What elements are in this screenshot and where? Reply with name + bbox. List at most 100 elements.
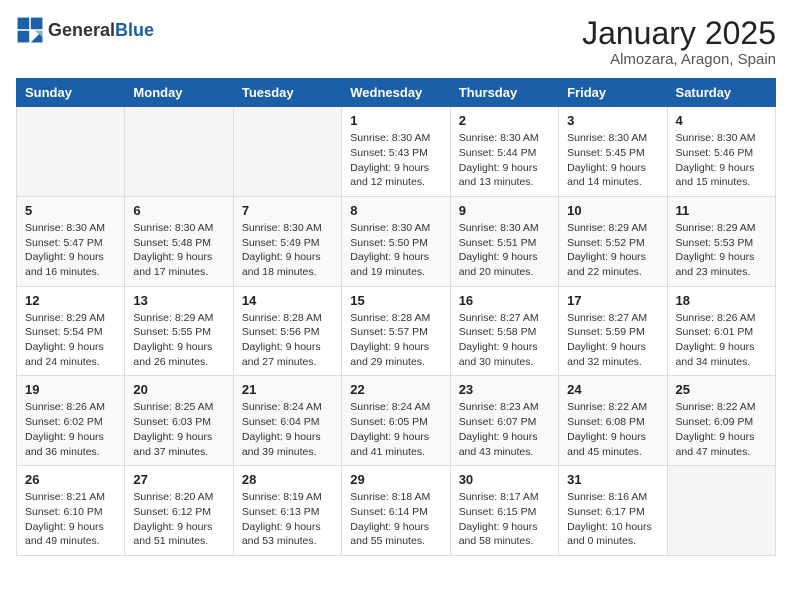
calendar-cell: 4 Sunrise: 8:30 AMSunset: 5:46 PMDaylight… xyxy=(667,107,775,197)
week-row-2: 5 Sunrise: 8:30 AMSunset: 5:47 PMDaylight… xyxy=(17,196,776,286)
calendar-cell: 29 Sunrise: 8:18 AMSunset: 6:14 PMDayligh… xyxy=(342,466,450,556)
calendar-cell: 21 Sunrise: 8:24 AMSunset: 6:04 PMDayligh… xyxy=(233,376,341,466)
day-info: Sunrise: 8:30 AMSunset: 5:50 PMDaylight:… xyxy=(350,221,441,280)
day-number: 19 xyxy=(25,382,116,397)
day-info: Sunrise: 8:29 AMSunset: 5:54 PMDaylight:… xyxy=(25,311,116,370)
week-row-5: 26 Sunrise: 8:21 AMSunset: 6:10 PMDayligh… xyxy=(17,466,776,556)
day-number: 20 xyxy=(133,382,224,397)
day-number: 7 xyxy=(242,203,333,218)
day-info: Sunrise: 8:29 AMSunset: 5:53 PMDaylight:… xyxy=(676,221,767,280)
location-title: Almozara, Aragon, Spain xyxy=(582,51,776,68)
day-info: Sunrise: 8:30 AMSunset: 5:43 PMDaylight:… xyxy=(350,131,441,190)
calendar-cell: 14Sunrise: 8:28 AMSunset: 5:56 PMDayligh… xyxy=(233,286,341,376)
week-row-3: 12Sunrise: 8:29 AMSunset: 5:54 PMDayligh… xyxy=(17,286,776,376)
calendar-cell: 15Sunrise: 8:28 AMSunset: 5:57 PMDayligh… xyxy=(342,286,450,376)
day-number: 28 xyxy=(242,472,333,487)
day-info: Sunrise: 8:30 AMSunset: 5:46 PMDaylight:… xyxy=(676,131,767,190)
day-number: 3 xyxy=(567,113,658,128)
day-info: Sunrise: 8:20 AMSunset: 6:12 PMDaylight:… xyxy=(133,490,224,549)
day-header-sunday: Sunday xyxy=(17,79,125,107)
day-header-tuesday: Tuesday xyxy=(233,79,341,107)
calendar-cell: 22 Sunrise: 8:24 AMSunset: 6:05 PMDayligh… xyxy=(342,376,450,466)
day-info: Sunrise: 8:22 AMSunset: 6:09 PMDaylight:… xyxy=(676,400,767,459)
logo-blue: Blue xyxy=(115,20,154,40)
day-info: Sunrise: 8:27 AMSunset: 5:58 PMDaylight:… xyxy=(459,311,550,370)
day-number: 21 xyxy=(242,382,333,397)
day-info: Sunrise: 8:23 AMSunset: 6:07 PMDaylight:… xyxy=(459,400,550,459)
page-header: GeneralBlue January 2025 Almozara, Arago… xyxy=(16,16,776,68)
day-info: Sunrise: 8:26 AMSunset: 6:02 PMDaylight:… xyxy=(25,400,116,459)
day-info: Sunrise: 8:29 AMSunset: 5:52 PMDaylight:… xyxy=(567,221,658,280)
calendar-cell: 17Sunrise: 8:27 AMSunset: 5:59 PMDayligh… xyxy=(559,286,667,376)
day-info: Sunrise: 8:18 AMSunset: 6:14 PMDaylight:… xyxy=(350,490,441,549)
day-info: Sunrise: 8:30 AMSunset: 5:47 PMDaylight:… xyxy=(25,221,116,280)
calendar-cell xyxy=(125,107,233,197)
day-number: 18 xyxy=(676,293,767,308)
month-title: January 2025 xyxy=(582,16,776,51)
calendar-cell: 12Sunrise: 8:29 AMSunset: 5:54 PMDayligh… xyxy=(17,286,125,376)
day-info: Sunrise: 8:29 AMSunset: 5:55 PMDaylight:… xyxy=(133,311,224,370)
day-number: 25 xyxy=(676,382,767,397)
day-number: 29 xyxy=(350,472,441,487)
day-info: Sunrise: 8:27 AMSunset: 5:59 PMDaylight:… xyxy=(567,311,658,370)
calendar-cell: 30 Sunrise: 8:17 AMSunset: 6:15 PMDayligh… xyxy=(450,466,558,556)
day-number: 2 xyxy=(459,113,550,128)
day-number: 11 xyxy=(676,203,767,218)
calendar-cell: 24 Sunrise: 8:22 AMSunset: 6:08 PMDayligh… xyxy=(559,376,667,466)
day-number: 8 xyxy=(350,203,441,218)
day-header-friday: Friday xyxy=(559,79,667,107)
logo: GeneralBlue xyxy=(16,16,154,44)
day-number: 31 xyxy=(567,472,658,487)
calendar-cell: 23Sunrise: 8:23 AMSunset: 6:07 PMDayligh… xyxy=(450,376,558,466)
day-info: Sunrise: 8:16 AMSunset: 6:17 PMDaylight:… xyxy=(567,490,658,549)
calendar-cell: 10 Sunrise: 8:29 AMSunset: 5:52 PMDayligh… xyxy=(559,196,667,286)
day-info: Sunrise: 8:30 AMSunset: 5:49 PMDaylight:… xyxy=(242,221,333,280)
day-header-saturday: Saturday xyxy=(667,79,775,107)
day-info: Sunrise: 8:24 AMSunset: 6:05 PMDaylight:… xyxy=(350,400,441,459)
logo-text: GeneralBlue xyxy=(48,20,154,41)
day-info: Sunrise: 8:21 AMSunset: 6:10 PMDaylight:… xyxy=(25,490,116,549)
day-number: 5 xyxy=(25,203,116,218)
day-number: 22 xyxy=(350,382,441,397)
day-number: 15 xyxy=(350,293,441,308)
day-info: Sunrise: 8:26 AMSunset: 6:01 PMDaylight:… xyxy=(676,311,767,370)
calendar-cell: 3 Sunrise: 8:30 AMSunset: 5:45 PMDaylight… xyxy=(559,107,667,197)
day-info: Sunrise: 8:30 AMSunset: 5:48 PMDaylight:… xyxy=(133,221,224,280)
day-number: 24 xyxy=(567,382,658,397)
day-info: Sunrise: 8:30 AMSunset: 5:44 PMDaylight:… xyxy=(459,131,550,190)
day-number: 6 xyxy=(133,203,224,218)
week-row-1: 1 Sunrise: 8:30 AMSunset: 5:43 PMDaylight… xyxy=(17,107,776,197)
day-header-monday: Monday xyxy=(125,79,233,107)
calendar-cell: 16 Sunrise: 8:27 AMSunset: 5:58 PMDayligh… xyxy=(450,286,558,376)
week-row-4: 19 Sunrise: 8:26 AMSunset: 6:02 PMDayligh… xyxy=(17,376,776,466)
day-number: 14 xyxy=(242,293,333,308)
day-number: 9 xyxy=(459,203,550,218)
day-header-thursday: Thursday xyxy=(450,79,558,107)
calendar-cell xyxy=(667,466,775,556)
calendar-cell: 13Sunrise: 8:29 AMSunset: 5:55 PMDayligh… xyxy=(125,286,233,376)
day-header-wednesday: Wednesday xyxy=(342,79,450,107)
day-info: Sunrise: 8:22 AMSunset: 6:08 PMDaylight:… xyxy=(567,400,658,459)
calendar-cell: 31 Sunrise: 8:16 AMSunset: 6:17 PMDayligh… xyxy=(559,466,667,556)
calendar-cell: 25 Sunrise: 8:22 AMSunset: 6:09 PMDayligh… xyxy=(667,376,775,466)
title-block: January 2025 Almozara, Aragon, Spain xyxy=(582,16,776,68)
logo-general: General xyxy=(48,20,115,40)
days-header-row: SundayMondayTuesdayWednesdayThursdayFrid… xyxy=(17,79,776,107)
calendar-cell: 2 Sunrise: 8:30 AMSunset: 5:44 PMDaylight… xyxy=(450,107,558,197)
calendar-cell: 28Sunrise: 8:19 AMSunset: 6:13 PMDayligh… xyxy=(233,466,341,556)
logo-icon xyxy=(16,16,44,44)
calendar-cell: 11 Sunrise: 8:29 AMSunset: 5:53 PMDayligh… xyxy=(667,196,775,286)
calendar-cell xyxy=(233,107,341,197)
calendar-cell: 1 Sunrise: 8:30 AMSunset: 5:43 PMDaylight… xyxy=(342,107,450,197)
day-number: 16 xyxy=(459,293,550,308)
day-info: Sunrise: 8:30 AMSunset: 5:45 PMDaylight:… xyxy=(567,131,658,190)
day-info: Sunrise: 8:24 AMSunset: 6:04 PMDaylight:… xyxy=(242,400,333,459)
calendar-cell: 6 Sunrise: 8:30 AMSunset: 5:48 PMDaylight… xyxy=(125,196,233,286)
day-info: Sunrise: 8:17 AMSunset: 6:15 PMDaylight:… xyxy=(459,490,550,549)
day-number: 26 xyxy=(25,472,116,487)
day-number: 1 xyxy=(350,113,441,128)
day-number: 30 xyxy=(459,472,550,487)
calendar-cell: 8 Sunrise: 8:30 AMSunset: 5:50 PMDaylight… xyxy=(342,196,450,286)
day-number: 10 xyxy=(567,203,658,218)
day-number: 4 xyxy=(676,113,767,128)
